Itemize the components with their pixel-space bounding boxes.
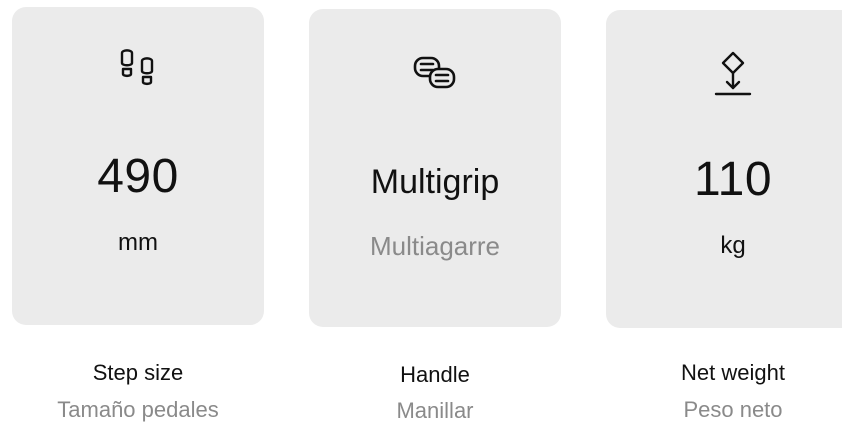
- step-size-label: Step size: [92, 360, 184, 385]
- net-weight-sublabel: Peso neto: [683, 397, 783, 422]
- spec-card-net-weight: 110 kg: [606, 10, 842, 328]
- weight-scale-icon: [714, 51, 752, 96]
- handle-value-translation: Multiagarre: [369, 231, 501, 261]
- step-size-sublabel: Tamaño pedales: [57, 397, 219, 422]
- handle-grips-icon: [413, 56, 456, 89]
- handle-label: Handle: [400, 362, 470, 387]
- step-size-unit: mm: [118, 229, 158, 256]
- spec-card-handle: Multigrip Multiagarre: [309, 9, 561, 327]
- net-weight-unit: kg: [720, 232, 746, 259]
- footprints-icon: [120, 49, 154, 86]
- net-weight-value: 110: [693, 153, 773, 206]
- spec-card-step-size: 490 mm: [12, 7, 264, 325]
- step-size-value: 490: [97, 150, 179, 203]
- handle-value: Multigrip: [370, 163, 500, 201]
- net-weight-label: Net weight: [681, 360, 785, 385]
- handle-sublabel: Manillar: [396, 398, 474, 423]
